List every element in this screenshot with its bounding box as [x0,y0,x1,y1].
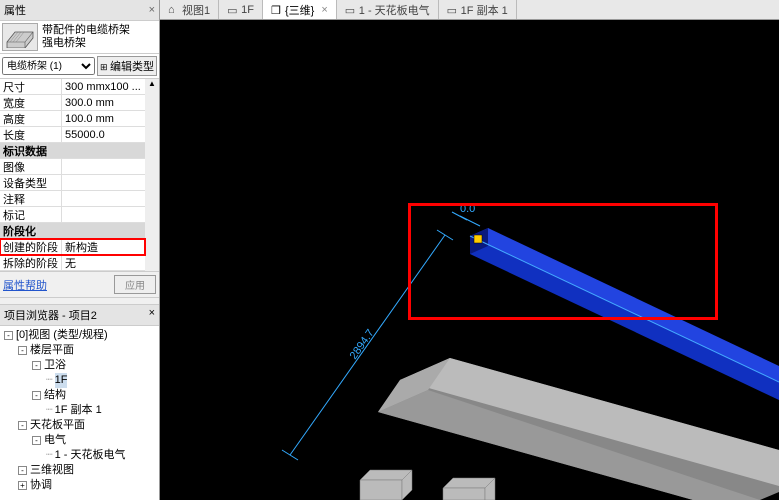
tree-expand-icon[interactable]: - [32,391,41,400]
property-row[interactable]: 高度100.0 mm [0,111,145,127]
tab-1F[interactable]: ▭1F [219,0,263,19]
property-row[interactable]: 创建的阶段新构造 [0,239,145,255]
tree-expand-icon[interactable]: - [18,421,27,430]
project-browser-title: 项目浏览器 - 项目2 [4,307,97,323]
tab-视图1[interactable]: ⌂视图1 [160,0,219,19]
junction-box-2[interactable] [443,478,495,500]
property-group[interactable]: 标识数据 [0,143,145,159]
tree-node[interactable]: ┈1F [0,373,159,388]
dimension-a: 2894.7 [348,327,377,361]
property-group[interactable]: 阶段化 [0,223,145,239]
tree-expand-icon[interactable]: - [32,436,41,445]
tab-1 - 天花板电气[interactable]: ▭1 - 天花板电气 [337,0,439,19]
property-row[interactable]: 拆除的阶段无 [0,255,145,271]
tree-expand-icon[interactable]: - [4,331,13,340]
type-selector-row[interactable]: 带配件的电缆桥架 强电桥架 [0,21,159,54]
tree-node[interactable]: ┈1 - 天花板电气 [0,448,159,463]
tree-node[interactable]: +协调 [0,478,159,493]
tree-expand-icon[interactable]: - [32,361,41,370]
tree-node[interactable]: -天花板平面 [0,418,159,433]
close-icon[interactable]: × [149,307,155,323]
dimension-b: 0.0 [460,203,475,215]
sheet-icon: ▭ [345,4,356,15]
drag-handle[interactable] [474,235,482,243]
properties-header: 属性 × [0,0,159,21]
tree-expand-icon[interactable]: - [18,466,27,475]
type-name: 带配件的电缆桥架 强电桥架 [42,24,157,50]
sheet-icon: ▭ [227,4,238,15]
type-thumbnail [2,23,38,51]
tree-node[interactable]: -结构 [0,388,159,403]
tab-1F 副本 1[interactable]: ▭1F 副本 1 [439,0,517,19]
tree-expand-icon[interactable]: - [18,346,27,355]
apply-button[interactable]: 应用 [114,275,156,294]
property-row[interactable]: 注释 [0,191,145,207]
selected-cable-tray[interactable] [470,228,779,400]
tree-expand-icon[interactable]: + [18,481,27,490]
properties-title: 属性 [4,2,26,18]
sheet-icon: ▭ [447,4,458,15]
cube-icon: ❒ [271,4,282,15]
tree-node[interactable]: -电气 [0,433,159,448]
tree-node[interactable]: ┈1F 副本 1 [0,403,159,418]
gray-duct[interactable] [378,358,779,500]
tree-node[interactable]: -卫浴 [0,358,159,373]
scrollbar[interactable]: ▲ [145,79,159,271]
tree-node[interactable]: -三维视图 [0,463,159,478]
property-row[interactable]: 标记 [0,207,145,223]
view-tabs: ⌂视图1▭1F❒{三维}×▭1 - 天花板电气▭1F 副本 1 [160,0,779,20]
house-icon: ⌂ [168,4,179,15]
viewport-3d[interactable]: 2894.7 0.0 [160,20,779,500]
tree-node[interactable]: -[0] 视图 (类型/规程) [0,328,159,343]
junction-box-1[interactable] [360,470,412,500]
property-row[interactable]: 设备类型 [0,175,145,191]
project-browser-header: 项目浏览器 - 项目2 × [0,304,159,326]
project-browser-tree[interactable]: -[0] 视图 (类型/规程)-楼层平面-卫浴┈1F-结构┈1F 副本 1-天花… [0,326,159,500]
close-icon[interactable]: × [149,4,155,16]
property-row[interactable]: 宽度300.0 mm [0,95,145,111]
tree-node[interactable]: -楼层平面 [0,343,159,358]
close-icon[interactable]: × [321,4,327,16]
properties-help-link[interactable]: 属性帮助 [3,277,47,293]
edit-type-button[interactable]: ⊞ 编辑类型 [97,56,157,76]
property-row[interactable]: 长度55000.0 [0,127,145,143]
property-row[interactable]: 尺寸300 mmx100 ... [0,79,145,95]
property-row[interactable]: 图像 [0,159,145,175]
instance-selector[interactable]: 电缆桥架 (1) [2,57,95,75]
tab-{三维}[interactable]: ❒{三维}× [263,0,337,19]
